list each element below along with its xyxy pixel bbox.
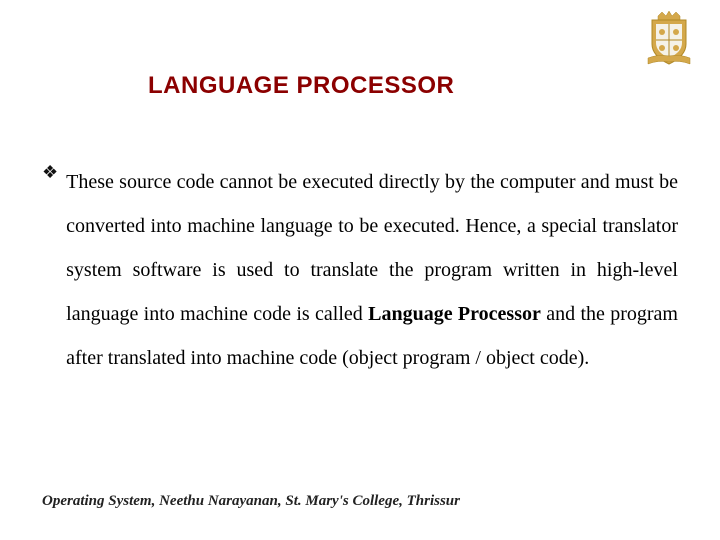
slide-footer: Operating System, Neethu Narayanan, St. … <box>42 493 460 510</box>
text-bold-1: Language Processor <box>368 303 541 325</box>
college-crest-icon <box>638 8 700 70</box>
content-area: ❖ These source code cannot be executed d… <box>42 160 678 380</box>
slide-title: LANGUAGE PROCESSOR <box>148 72 454 100</box>
text-part-1: These source code cannot be executed dir… <box>66 171 678 325</box>
bullet-text: These source code cannot be executed dir… <box>66 160 678 380</box>
slide: LANGUAGE PROCESSOR ❖ These source code c… <box>0 0 720 540</box>
bullet-item: ❖ These source code cannot be executed d… <box>42 160 678 380</box>
diamond-bullet-icon: ❖ <box>42 162 58 183</box>
